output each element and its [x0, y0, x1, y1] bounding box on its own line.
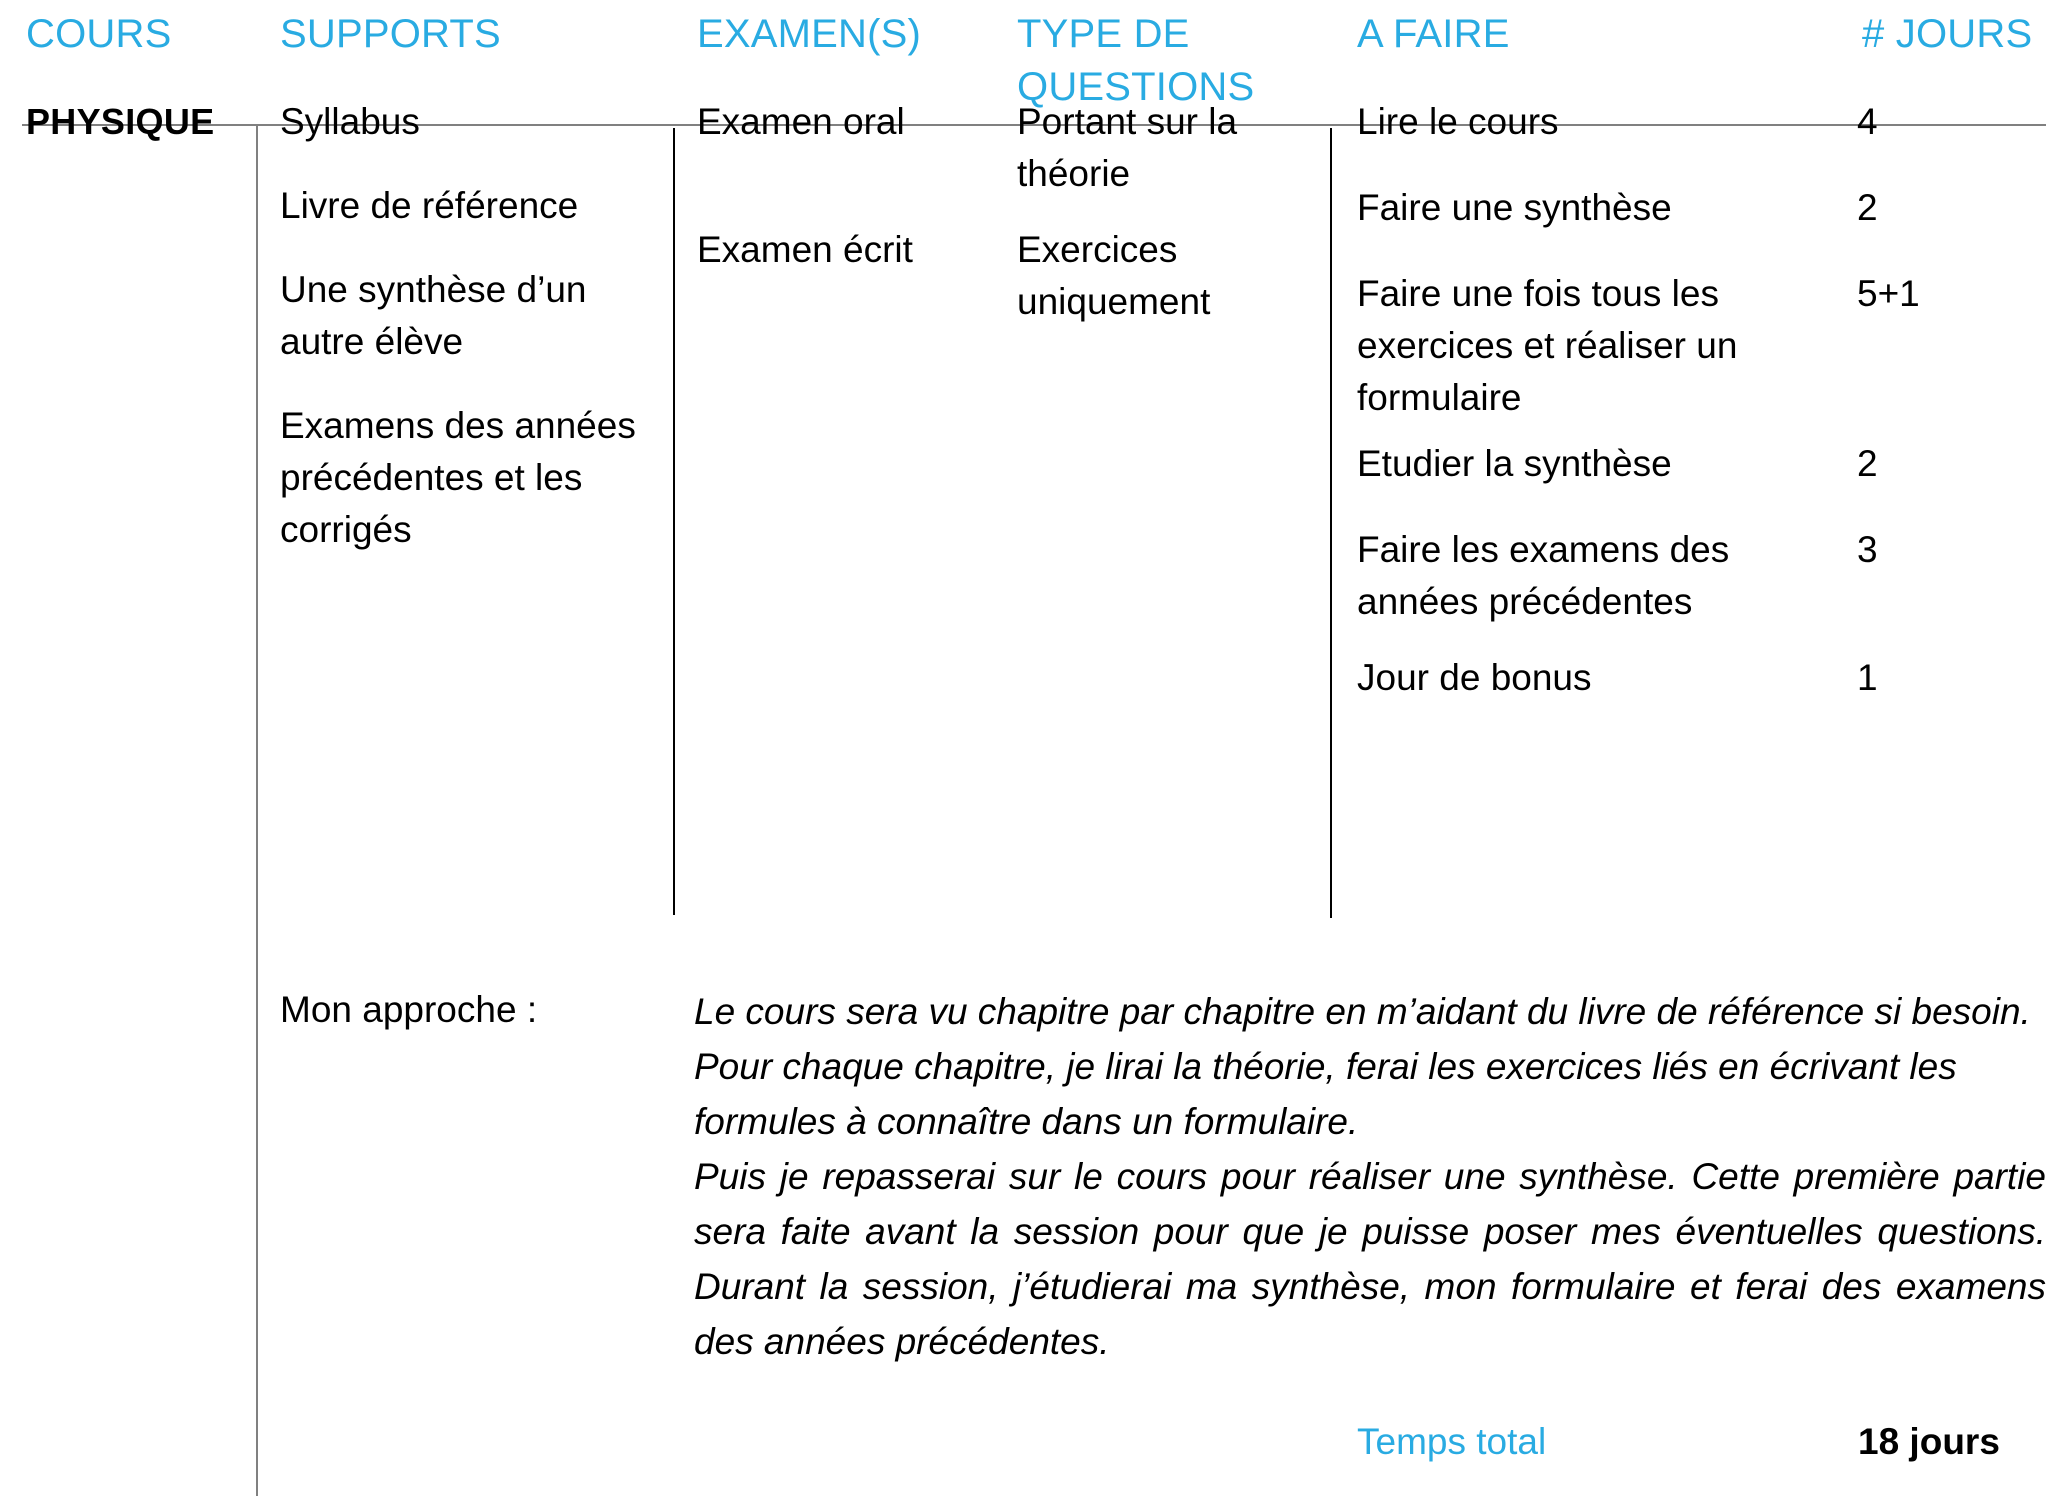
list-item: Exercices uniquement [1017, 229, 1211, 322]
table-row: Faire une fois tous les exercices et réa… [1357, 268, 2047, 424]
list-item: Une synthèse d’un autre élève [280, 269, 587, 362]
cell-supports-list: Syllabus Livre de référence Une synthèse… [280, 96, 660, 556]
divider-type-afaire [1330, 128, 1332, 918]
column-header-jours: # JOURS [1862, 12, 2033, 56]
task-days: 5+1 [1857, 273, 1920, 314]
list-item: Examen oral [697, 101, 905, 142]
cell-type-questions-list: Portant sur la théorie Exercices uniquem… [1017, 96, 1317, 328]
total-time-value: 18 jours [1858, 1421, 2000, 1462]
table-row: Lire le cours 4 [1357, 96, 2047, 148]
column-header-supports: SUPPORTS [280, 12, 501, 56]
table-row: Jour de bonus 1 [1357, 652, 2047, 704]
table-row: Etudier la synthèse 2 [1357, 438, 2047, 490]
list-item: Examens des années précédentes et les co… [280, 405, 636, 550]
list-item: Syllabus [280, 101, 420, 142]
divider-supports-examens [673, 128, 675, 915]
cell-cours-physique: PHYSIQUE [26, 101, 215, 142]
task-label: Faire une fois tous les exercices et réa… [1357, 273, 1738, 418]
approach-paragraph: Le cours sera vu chapitre par chapitre e… [694, 991, 2031, 1142]
task-label: Etudier la synthèse [1357, 443, 1672, 484]
divider-cours-supports [256, 126, 258, 1496]
column-header-cours: COURS [26, 12, 172, 56]
list-item: Portant sur la théorie [1017, 101, 1238, 194]
approach-paragraph: Puis je repasserai sur le cours pour réa… [694, 1156, 2046, 1362]
approach-body: Le cours sera vu chapitre par chapitre e… [694, 984, 2046, 1369]
task-days: 3 [1857, 529, 1878, 570]
task-days: 1 [1857, 657, 1878, 698]
list-item: Livre de référence [280, 185, 579, 226]
task-label: Jour de bonus [1357, 657, 1592, 698]
table-row: Faire une synthèse 2 [1357, 182, 2047, 234]
study-plan-table: COURS SUPPORTS EXAMEN(S) TYPE DE QUESTIO… [0, 0, 2069, 1496]
column-header-a-faire: A FAIRE [1357, 12, 1510, 56]
task-label: Faire les examens des années précédentes [1357, 529, 1730, 622]
total-time-label: Temps total [1357, 1421, 1547, 1462]
column-header-examens: EXAMEN(S) [697, 12, 922, 56]
task-days: 2 [1857, 443, 1878, 484]
list-item: Examen écrit [697, 229, 913, 270]
task-label: Lire le cours [1357, 101, 1559, 142]
table-row: Faire les examens des années précédentes… [1357, 524, 2047, 628]
task-days: 4 [1857, 101, 1878, 142]
approach-label: Mon approche : [280, 989, 538, 1030]
cell-examens-list: Examen oral Examen écrit [697, 96, 997, 276]
task-days: 2 [1857, 187, 1878, 228]
task-label: Faire une synthèse [1357, 187, 1672, 228]
